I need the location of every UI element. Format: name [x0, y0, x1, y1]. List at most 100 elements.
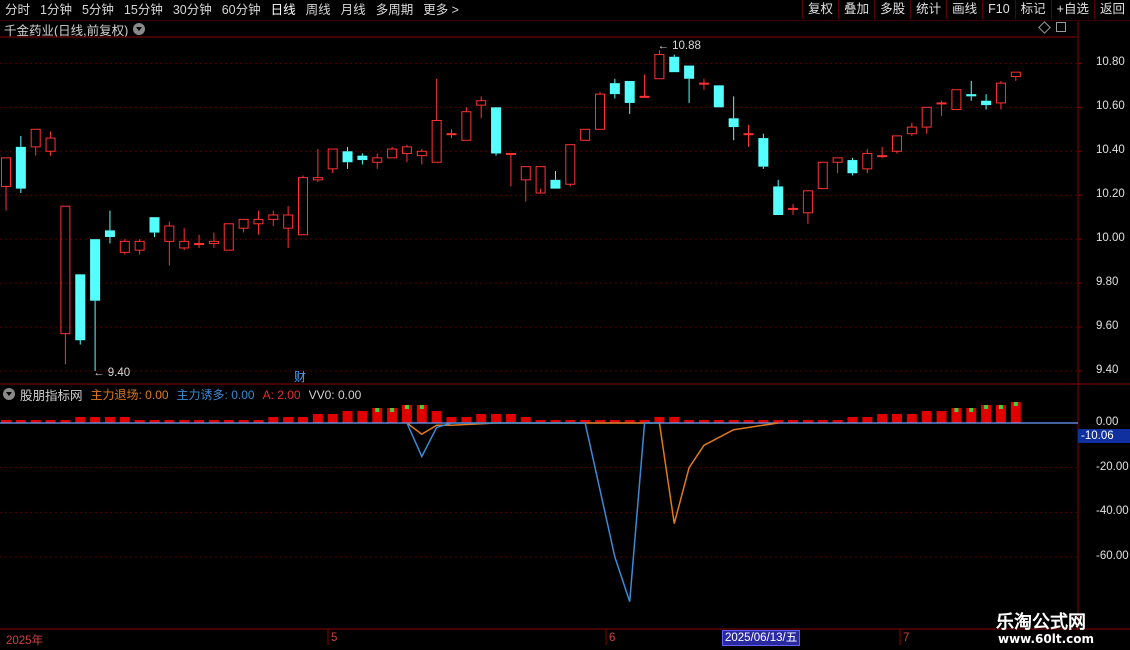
indicator-bar	[921, 411, 932, 423]
period-tab-8[interactable]: 月线	[336, 0, 371, 20]
indicator-bar	[372, 408, 383, 423]
toolbar-button-4[interactable]: 画线	[946, 0, 982, 19]
candle	[119, 239, 130, 255]
indicator-bar	[1, 420, 11, 423]
candle	[743, 124, 754, 147]
period-tab-0[interactable]: 分时	[0, 0, 35, 20]
candle	[951, 89, 962, 111]
period-tab-9[interactable]: 多周期	[371, 0, 419, 20]
candle	[194, 234, 205, 248]
indicator-bar	[877, 414, 888, 423]
period-tab-7[interactable]: 周线	[301, 0, 336, 20]
candle	[179, 228, 190, 251]
toolbar-button-0[interactable]: 复权	[802, 0, 838, 19]
stock-title: 千金药业(日线,前复权)	[4, 23, 129, 38]
indicator-bar	[758, 420, 769, 423]
indicator-bar	[728, 420, 739, 423]
indicator-bar	[639, 420, 650, 423]
indicator-bar	[847, 417, 858, 423]
candle	[45, 131, 56, 156]
candle	[327, 148, 338, 174]
candle	[387, 146, 398, 159]
toolbar-button-5[interactable]: F10	[982, 0, 1015, 19]
candle	[298, 175, 308, 236]
period-tab-2[interactable]: 5分钟	[77, 0, 119, 20]
indicator-bar	[966, 408, 977, 423]
main-chart-header: 千金药业(日线,前复权)	[0, 21, 146, 38]
toolbar-button-8[interactable]: 返回	[1093, 0, 1130, 19]
candle	[847, 157, 858, 176]
high-price-label: ← 10.88	[657, 40, 700, 52]
candle	[892, 135, 902, 154]
indicator-bar	[743, 420, 754, 423]
candle	[981, 94, 992, 110]
indicator-bar	[238, 420, 249, 423]
candle	[416, 149, 427, 165]
indicator-bar	[609, 420, 620, 423]
toolbar-button-3[interactable]: 统计	[910, 0, 946, 19]
period-tab-5[interactable]: 60分钟	[217, 0, 266, 20]
indicator-tick-label: -60.00	[1096, 550, 1129, 562]
toolbar-button-6[interactable]: 标记	[1014, 0, 1051, 19]
indicator-bar	[60, 420, 71, 423]
indicator-bar	[312, 414, 323, 423]
candle	[966, 80, 977, 101]
indicator-bar	[802, 420, 813, 423]
candle	[520, 166, 531, 202]
indicator-bar	[669, 417, 680, 423]
legend-item-2: A: 2.00	[262, 387, 301, 402]
candle	[921, 106, 932, 134]
finance-marker[interactable]: 财	[294, 370, 306, 384]
candle	[802, 190, 813, 224]
candle	[639, 74, 650, 98]
chevron-down-icon[interactable]	[133, 23, 146, 35]
candle	[446, 129, 457, 139]
period-tab-3[interactable]: 15分钟	[119, 0, 168, 20]
indicator-bar	[268, 417, 279, 423]
candle	[906, 122, 917, 136]
indicator-bar	[416, 405, 427, 423]
candle	[342, 146, 353, 169]
toolbar-button-2[interactable]: 多股	[874, 0, 910, 19]
indicator-bar	[936, 411, 947, 423]
diamond-icon[interactable]	[1038, 20, 1051, 34]
period-tabs: 分时 1分钟 5分钟 15分钟 30分钟 60分钟 日线 周线 月线 多周期 更多 >	[0, 0, 464, 20]
chart-corner-icons	[1038, 20, 1066, 34]
period-tab-10[interactable]: 更多 >	[418, 0, 464, 20]
candle	[372, 153, 383, 169]
candle	[580, 128, 591, 141]
kline-chart[interactable]: ← 10.88 ← 9.40 财	[0, 0, 1130, 650]
candle	[788, 204, 799, 215]
indicator-legend: 主力退场: 0.00 主力诱多: 0.00 A: 2.00 VV0: 0.00	[83, 386, 362, 403]
candle	[491, 107, 502, 156]
indicator-bar	[981, 405, 992, 423]
toolbar-button-7[interactable]: +自选	[1050, 0, 1094, 19]
candle	[817, 161, 828, 190]
indicator-bar	[208, 420, 219, 423]
candle	[268, 210, 279, 226]
period-tab-6[interactable]: 日线	[266, 0, 301, 20]
period-tab-1[interactable]: 1分钟	[35, 0, 77, 20]
indicator-bar	[995, 405, 1006, 423]
price-tick-label: 9.40	[1096, 364, 1119, 376]
indicator-bar	[104, 417, 115, 423]
indicator-tick-label: 0.00	[1096, 416, 1119, 428]
indicator-bar	[788, 420, 799, 423]
indicator-header: 股朋指标网 主力退场: 0.00 主力诱多: 0.00 A: 2.00 VV0: 0.…	[0, 386, 362, 403]
candle	[90, 239, 101, 372]
candle	[698, 78, 709, 90]
indicator-bar	[476, 414, 487, 423]
indicator-bar	[446, 417, 457, 423]
period-tab-4[interactable]: 30分钟	[168, 0, 217, 20]
candle	[60, 205, 71, 365]
legend-item-0: 主力退场: 0.00	[90, 387, 169, 402]
candle	[535, 166, 546, 194]
indicator-tick-label: -40.00	[1096, 505, 1129, 518]
maximize-icon[interactable]	[1056, 22, 1066, 32]
candle	[624, 80, 635, 114]
candle	[505, 152, 516, 187]
candle	[357, 153, 368, 165]
toolbar-button-1[interactable]: 叠加	[838, 0, 874, 19]
chevron-down-icon[interactable]	[3, 388, 15, 400]
candle	[1010, 71, 1021, 81]
